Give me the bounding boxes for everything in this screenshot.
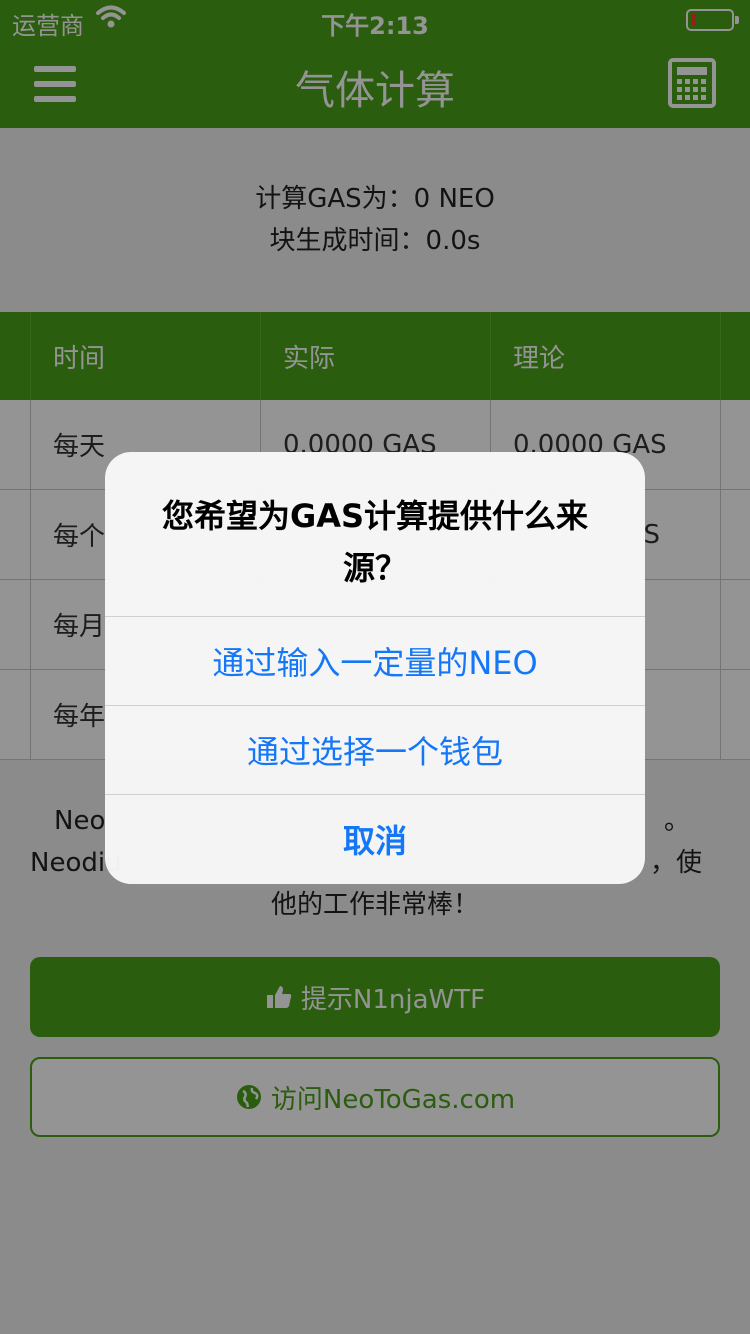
alert-title: 您希望为GAS计算提供什么来源？ <box>161 497 589 587</box>
cancel-button[interactable]: 取消 <box>105 794 645 883</box>
select-wallet-option[interactable]: 通过选择一个钱包 <box>105 705 645 794</box>
enter-neo-amount-option[interactable]: 通过输入一定量的NEO <box>105 616 645 705</box>
source-alert-dialog: 您希望为GAS计算提供什么来源？ 通过输入一定量的NEO 通过选择一个钱包 取消 <box>105 452 645 884</box>
